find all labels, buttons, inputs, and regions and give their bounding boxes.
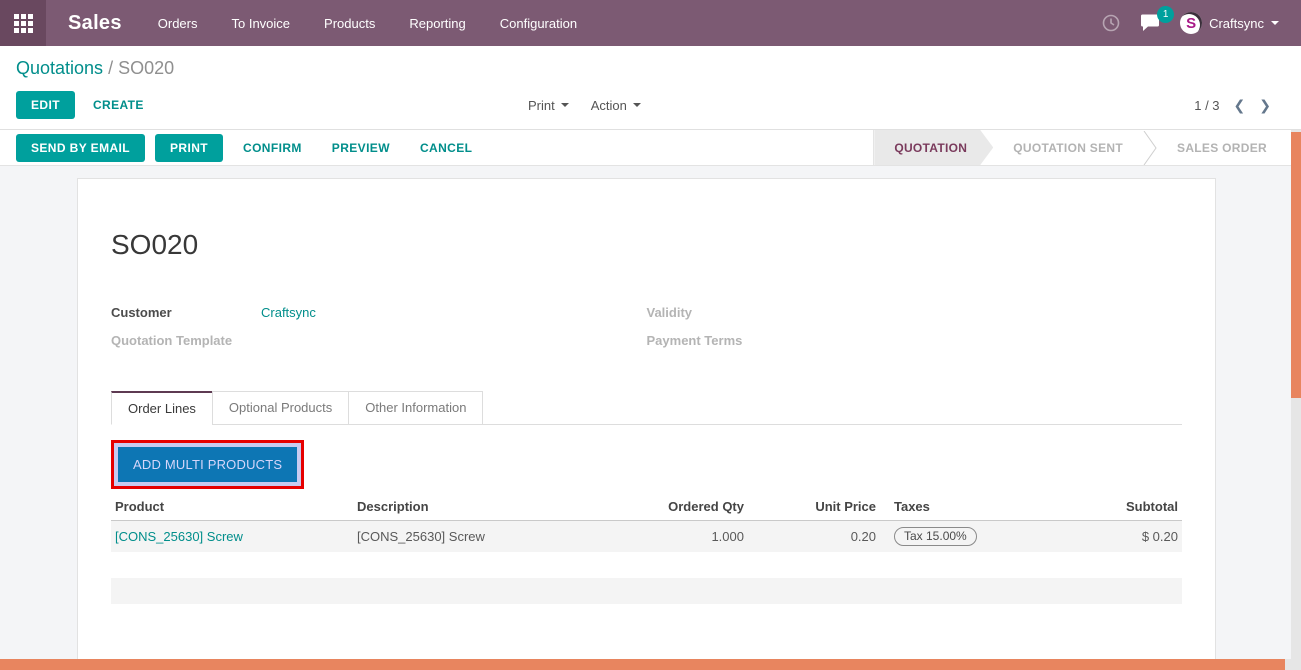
customer-value-link[interactable]: Craftsync [261,305,316,320]
pager-next-icon[interactable]: ❯ [1259,97,1271,114]
messages-count-badge: 1 [1157,6,1174,23]
caret-down-icon [561,103,569,107]
customer-label: Customer [111,305,261,320]
breadcrumb: Quotations / SO020 [16,58,1285,79]
control-panel: Quotations / SO020 EDIT CREATE Print Act… [0,46,1301,130]
description-cell: [CONS_25630] Screw [353,521,653,553]
print-button[interactable]: PRINT [155,134,223,162]
apps-menu-button[interactable] [0,0,46,46]
quotation-title: SO020 [111,229,1182,261]
highlight-annotation-box: ADD MULTI PRODUCTS [111,440,304,489]
unit-price-cell: 0.20 [748,521,880,553]
vertical-scrollbar-track[interactable] [1291,130,1301,670]
pager-counter: 1 / 3 [1194,98,1219,113]
validity-label: Validity [647,305,797,320]
horizontal-scrollbar-track[interactable] [0,659,1291,670]
confirm-button[interactable]: CONFIRM [233,134,312,162]
status-step-quotation-sent[interactable]: QUOTATION SENT [993,130,1143,165]
menu-reporting[interactable]: Reporting [409,10,465,37]
quotation-sheet: SO020 Customer Craftsync Quotation Templ… [77,178,1216,670]
product-link[interactable]: [CONS_25630] Screw [115,529,243,544]
empty-row [111,578,1182,604]
print-dropdown[interactable]: Print [528,98,569,113]
menu-orders[interactable]: Orders [158,10,198,37]
messages-icon[interactable]: 1 [1140,14,1160,32]
menu-products[interactable]: Products [324,10,375,37]
col-header-ordered-qty[interactable]: Ordered Qty [653,494,748,521]
pager-previous-icon[interactable]: ❮ [1234,97,1246,114]
order-lines-table: Product Description Ordered Qty Unit Pri… [111,494,1182,604]
menu-configuration[interactable]: Configuration [500,10,577,37]
col-header-subtotal[interactable]: Subtotal [1070,494,1182,521]
add-multi-products-button[interactable]: ADD MULTI PRODUCTS [118,447,297,482]
status-step-quotation[interactable]: QUOTATION [874,130,993,165]
col-header-taxes[interactable]: Taxes [880,494,1070,521]
form-view-content: SO020 Customer Craftsync Quotation Templ… [0,166,1291,670]
status-steps: QUOTATION QUOTATION SENT SALES ORDER [873,130,1287,165]
empty-row [111,552,1182,578]
order-line-row[interactable]: [CONS_25630] Screw [CONS_25630] Screw 1.… [111,521,1182,553]
tab-optional-products[interactable]: Optional Products [212,391,348,425]
notebook-tabs: Order Lines Optional Products Other Info… [111,391,1182,425]
apps-grid-icon [14,14,33,33]
user-name: Craftsync [1209,16,1264,31]
col-header-description[interactable]: Description [353,494,653,521]
status-step-sales-order[interactable]: SALES ORDER [1157,130,1287,165]
ordered-qty-cell: 1.000 [653,521,748,553]
menu-to-invoice[interactable]: To Invoice [232,10,291,37]
edit-button[interactable]: EDIT [16,91,75,119]
tab-order-lines[interactable]: Order Lines [111,391,212,425]
chevron-down-icon [1271,21,1279,25]
preview-button[interactable]: PREVIEW [322,134,400,162]
tab-other-information[interactable]: Other Information [348,391,483,425]
horizontal-scrollbar-thumb[interactable] [0,659,1285,670]
app-title: Sales [68,12,122,35]
create-button[interactable]: CREATE [83,91,154,119]
main-menu: Orders To Invoice Products Reporting Con… [158,10,577,37]
cancel-button[interactable]: CANCEL [410,134,482,162]
caret-down-icon [633,103,641,107]
quotation-template-label: Quotation Template [111,333,261,348]
print-dropdown-label: Print [528,98,555,113]
payment-terms-label: Payment Terms [647,333,797,348]
activities-clock-icon[interactable] [1102,14,1120,32]
col-header-unit-price[interactable]: Unit Price [748,494,880,521]
action-dropdown-label: Action [591,98,627,113]
step-divider-chevron-icon [1143,130,1157,165]
breadcrumb-separator: / [108,58,113,78]
breadcrumb-current: SO020 [118,58,174,78]
col-header-product[interactable]: Product [111,494,353,521]
breadcrumb-quotations-link[interactable]: Quotations [16,58,103,78]
statusbar: SEND BY EMAIL PRINT CONFIRM PREVIEW CANC… [0,130,1301,166]
vertical-scrollbar-thumb[interactable] [1291,132,1301,398]
send-by-email-button[interactable]: SEND BY EMAIL [16,134,145,162]
top-navbar: Sales Orders To Invoice Products Reporti… [0,0,1301,46]
action-dropdown[interactable]: Action [591,98,641,113]
user-menu[interactable]: S Craftsync [1180,12,1279,34]
company-avatar: S [1180,12,1202,34]
subtotal-cell: $ 0.20 [1070,521,1182,553]
tax-badge: Tax 15.00% [894,527,977,546]
